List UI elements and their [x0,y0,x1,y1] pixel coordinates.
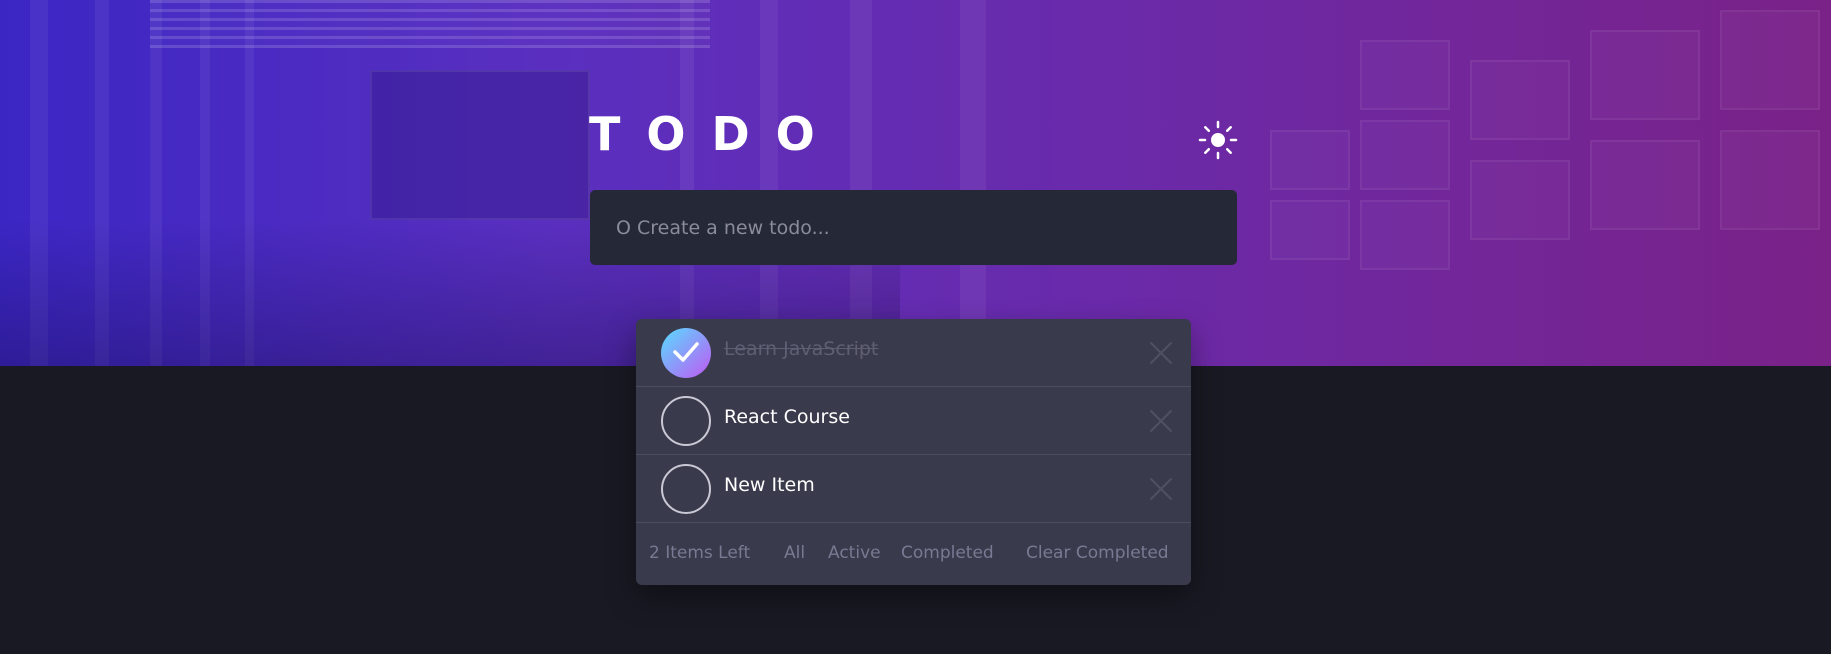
hero-doorway [370,70,590,220]
hero-stone-block [1270,130,1350,190]
todo-item-label: New Item [724,474,815,496]
theme-toggle-button[interactable] [1198,120,1238,160]
todo-footer: 2 Items Left All Active Completed Clear … [636,523,1191,585]
cross-icon [1150,410,1172,432]
hero-stone-block [1720,10,1820,110]
items-left-count: 2 Items Left [649,543,751,563]
delete-todo-button[interactable] [1149,341,1173,365]
todo-checkbox[interactable] [661,396,711,446]
filter-all-button[interactable]: All [784,543,805,563]
todo-item: New Item [636,455,1191,523]
hero-stone-block [1360,120,1450,190]
hero-stone-block [1360,200,1450,270]
cross-icon [1150,478,1172,500]
filter-active-button[interactable]: Active [828,543,881,563]
hero-ceiling-beams [150,0,710,48]
todo-item-label: React Course [724,406,850,428]
hero-banner [0,0,1831,366]
hero-stone-block [1270,200,1350,260]
clear-completed-button[interactable]: Clear Completed [1026,543,1169,563]
hero-stone-block [1470,60,1570,140]
filter-completed-button[interactable]: Completed [901,543,994,563]
app-title: TODO [589,107,841,161]
hero-pillar [960,0,986,366]
hero-stone-block [1470,160,1570,240]
todo-checkbox[interactable] [661,464,711,514]
cross-icon [1150,342,1172,364]
hero-stone-block [1590,140,1700,230]
check-icon [673,342,699,362]
todo-checkbox-checked[interactable] [661,328,711,378]
new-todo-box [590,190,1237,265]
todo-list: Learn JavaScript React Course New Item 2… [636,319,1191,585]
delete-todo-button[interactable] [1149,477,1173,501]
todo-item: Learn JavaScript [636,319,1191,387]
new-todo-input[interactable] [616,216,1237,239]
todo-item-label: Learn JavaScript [724,338,879,360]
hero-stone-block [1360,40,1450,110]
hero-stone-block [1590,30,1700,120]
delete-todo-button[interactable] [1149,409,1173,433]
todo-item: React Course [636,387,1191,455]
hero-stone-block [1720,130,1820,230]
sun-icon [1198,120,1238,160]
